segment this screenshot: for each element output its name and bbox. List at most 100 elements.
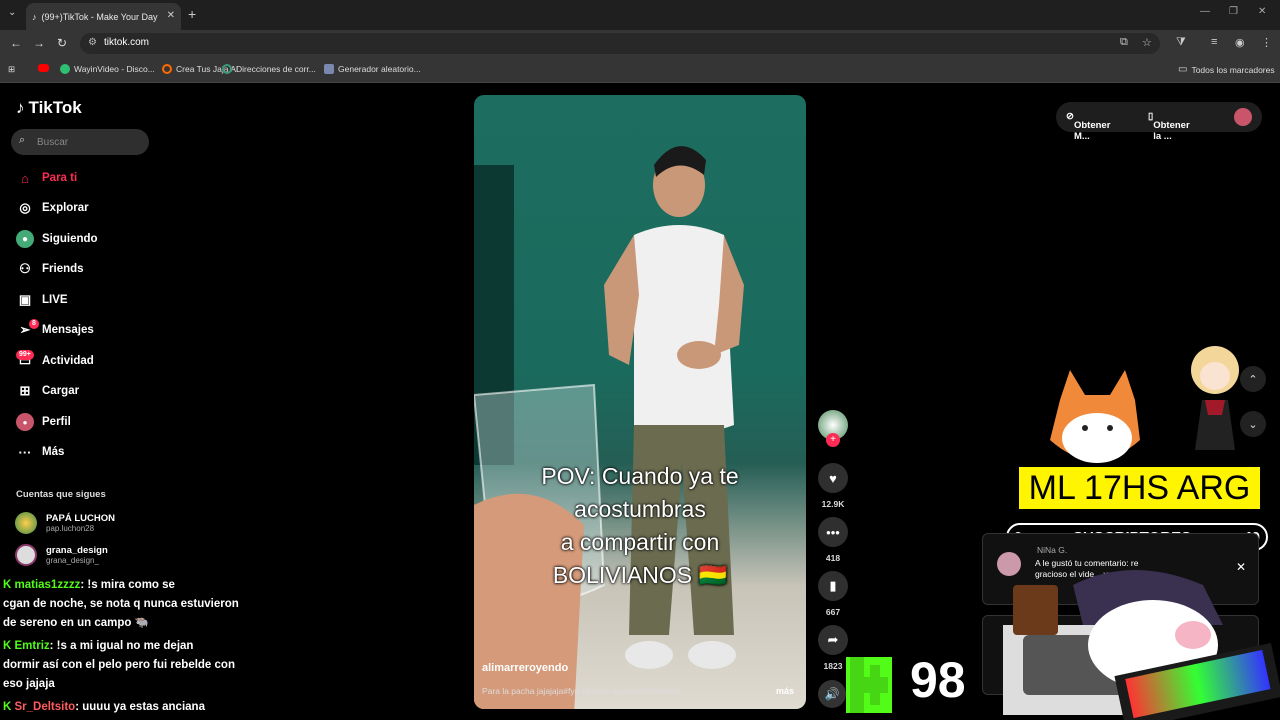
video-caption-line: BOLIVIANOS 🇧🇴 xyxy=(552,562,728,588)
nav-explorar[interactable]: ◎ Explorar xyxy=(16,197,89,219)
nav-para-ti[interactable]: ⌂ Para ti xyxy=(16,167,77,189)
anime-girl-sticker xyxy=(1191,346,1239,450)
bookmark-label: Todos los marcadores xyxy=(1191,64,1275,75)
tab-search-icon[interactable]: ⌄ xyxy=(8,7,16,18)
tab-title: (99+)TikTok - Make Your Day xyxy=(41,11,158,22)
video-player[interactable]: POV: Cuando ya te acostumbras a comparti… xyxy=(474,95,806,709)
site-info-icon[interactable]: ⚙ xyxy=(88,37,97,48)
account-item[interactable]: grana_design grana_design_ xyxy=(15,544,108,566)
bookmark-star-icon[interactable]: ☆ xyxy=(1142,36,1152,49)
nav-label: Explorar xyxy=(42,202,89,214)
new-tab-icon[interactable]: + xyxy=(188,6,196,22)
close-window-icon[interactable]: ✕ xyxy=(1258,6,1266,17)
search-input[interactable]: ⌕ Buscar xyxy=(11,129,149,155)
media-icon[interactable]: ≡ xyxy=(1211,36,1217,48)
more-icon: ··· xyxy=(18,444,32,460)
browser-tabbar: ⌄ ♪ (99+)TikTok - Make Your Day ✕ + — ❐ … xyxy=(0,0,1280,30)
minimize-icon[interactable]: — xyxy=(1200,6,1210,17)
address-bar[interactable]: ⚙ tiktok.com ⧉ ☆ xyxy=(80,33,1160,54)
nav-friends[interactable]: ⚇ Friends xyxy=(16,258,84,280)
kick-logo-icon xyxy=(846,657,892,713)
nav-siguiendo[interactable]: ● Siguiendo xyxy=(16,228,98,250)
video-description: Para la pacha jajajaja#fyp #foryou #para… xyxy=(482,686,690,696)
nav-mensajes[interactable]: ➢ Mensajes xyxy=(16,319,94,341)
direcciones-icon xyxy=(222,64,232,74)
account-name: PAPÁ LUCHON xyxy=(46,513,115,524)
account-name: grana_design xyxy=(46,545,108,556)
nav-label: Mensajes xyxy=(42,324,94,336)
nav-cargar[interactable]: ⊞ Cargar xyxy=(16,380,80,402)
bookmark-wayin[interactable]: WayinVideo - Disco... xyxy=(60,64,155,74)
bookmark-generador[interactable]: Generador aleatorio... xyxy=(324,64,421,74)
notification-user: NiNa G. xyxy=(1037,545,1068,555)
bookmark-label: WayinVideo - Disco... xyxy=(74,64,155,74)
bookmark-label: Direcciones de corr... xyxy=(236,64,316,74)
youtube-bookmark[interactable] xyxy=(38,64,49,72)
kick-viewer-count: 98 xyxy=(910,652,966,708)
get-desktop-button[interactable]: ▯ Obtener la ... xyxy=(1148,111,1190,142)
chat-message: K Sr_Deltsito: uuuu ya estas anciana xyxy=(3,698,205,717)
friends-icon: ⚇ xyxy=(19,261,31,276)
logo-text: TikTok xyxy=(28,98,82,117)
account-handle: pap.luchon28 xyxy=(46,524,95,533)
tiktok-logo[interactable]: ♪ TikTok xyxy=(16,98,82,118)
browser-toolbar: ← → ↻ ⚙ tiktok.com ⧉ ☆ ⧩ ≡ ◉ ⋮ xyxy=(0,30,1280,57)
account-handle: grana_design_ xyxy=(46,556,99,565)
video-more-link[interactable]: más xyxy=(776,686,794,696)
tiktok-note-icon: ♪ xyxy=(16,98,25,117)
chat-text: : !s a mi igual no me dejan xyxy=(49,640,194,652)
install-icon[interactable]: ⧉ xyxy=(1120,36,1128,49)
bookmark-icon: ▮ xyxy=(818,571,848,601)
follow-plus-icon[interactable]: + xyxy=(826,433,840,447)
browser-tab[interactable]: ♪ (99+)TikTok - Make Your Day ✕ xyxy=(26,3,181,30)
share-button[interactable]: ➦ 1823 xyxy=(818,625,848,671)
following-icon: ● xyxy=(16,230,34,248)
restore-icon[interactable]: ❐ xyxy=(1229,6,1238,17)
nav-mas[interactable]: ··· Más xyxy=(16,441,65,463)
user-avatar[interactable] xyxy=(1234,108,1252,126)
save-count: 667 xyxy=(825,607,841,617)
close-tab-icon[interactable]: ✕ xyxy=(167,10,175,21)
chat-text: : !s mira como se xyxy=(80,579,175,591)
compass-icon: ◎ xyxy=(19,200,31,215)
comment-button[interactable]: ••• 418 xyxy=(818,517,848,563)
profile-avatar-icon[interactable]: ◉ xyxy=(1235,36,1245,49)
share-count: 1823 xyxy=(823,661,843,671)
nav-label: Siguiendo xyxy=(42,233,98,245)
folder-icon: ▭ xyxy=(1178,64,1188,75)
nav-label: Perfil xyxy=(42,416,71,428)
stream-banner: ML 17HS ARG xyxy=(1019,467,1260,509)
nav-label: Cargar xyxy=(42,385,80,397)
menu-icon[interactable]: ⋮ xyxy=(1261,36,1272,49)
save-button[interactable]: ▮ 667 xyxy=(818,571,848,617)
reload-icon[interactable]: ↻ xyxy=(57,36,67,50)
back-icon[interactable]: ← xyxy=(10,36,22,50)
like-button[interactable]: ♥ 12.9K xyxy=(818,463,848,509)
fox-sticker xyxy=(1050,370,1140,463)
apps-icon[interactable]: ⊞ xyxy=(8,64,15,75)
nav-perfil[interactable]: ● Perfil xyxy=(16,411,71,433)
account-item[interactable]: PAPÁ LUCHON pap.luchon28 xyxy=(15,512,115,534)
video-caption-line: acostumbras xyxy=(574,496,706,522)
get-app-button[interactable]: ⊘ Obtener M... xyxy=(1066,111,1110,142)
home-icon: ⌂ xyxy=(21,170,29,186)
nav-label: Actividad xyxy=(42,355,94,367)
generador-icon xyxy=(324,64,334,74)
chat-message: eso jajaja xyxy=(3,678,55,690)
kick-badge-icon: K xyxy=(3,701,15,713)
kick-badge-icon: K xyxy=(3,579,15,591)
nav-label: Friends xyxy=(42,263,84,275)
nav-live[interactable]: ▣ LIVE xyxy=(16,289,68,311)
search-placeholder: Buscar xyxy=(37,137,69,148)
avatar xyxy=(15,512,37,534)
video-author[interactable]: alimarreroyendo xyxy=(482,662,568,674)
bookmark-direcciones[interactable]: Direcciones de corr... xyxy=(222,64,316,74)
nav-label: Más xyxy=(42,446,65,458)
top-right-actions: ⊘ Obtener M... ▯ Obtener la ... xyxy=(1056,102,1262,142)
extensions-icon[interactable]: ⧩ xyxy=(1176,36,1186,49)
volume-icon[interactable]: 🔊 xyxy=(818,680,846,708)
video-caption-line: a compartir con xyxy=(560,529,720,555)
author-avatar[interactable]: + xyxy=(818,410,848,447)
all-bookmarks[interactable]: ▭ Todos los marcadores xyxy=(1178,64,1275,75)
forward-icon[interactable]: → xyxy=(33,36,45,50)
